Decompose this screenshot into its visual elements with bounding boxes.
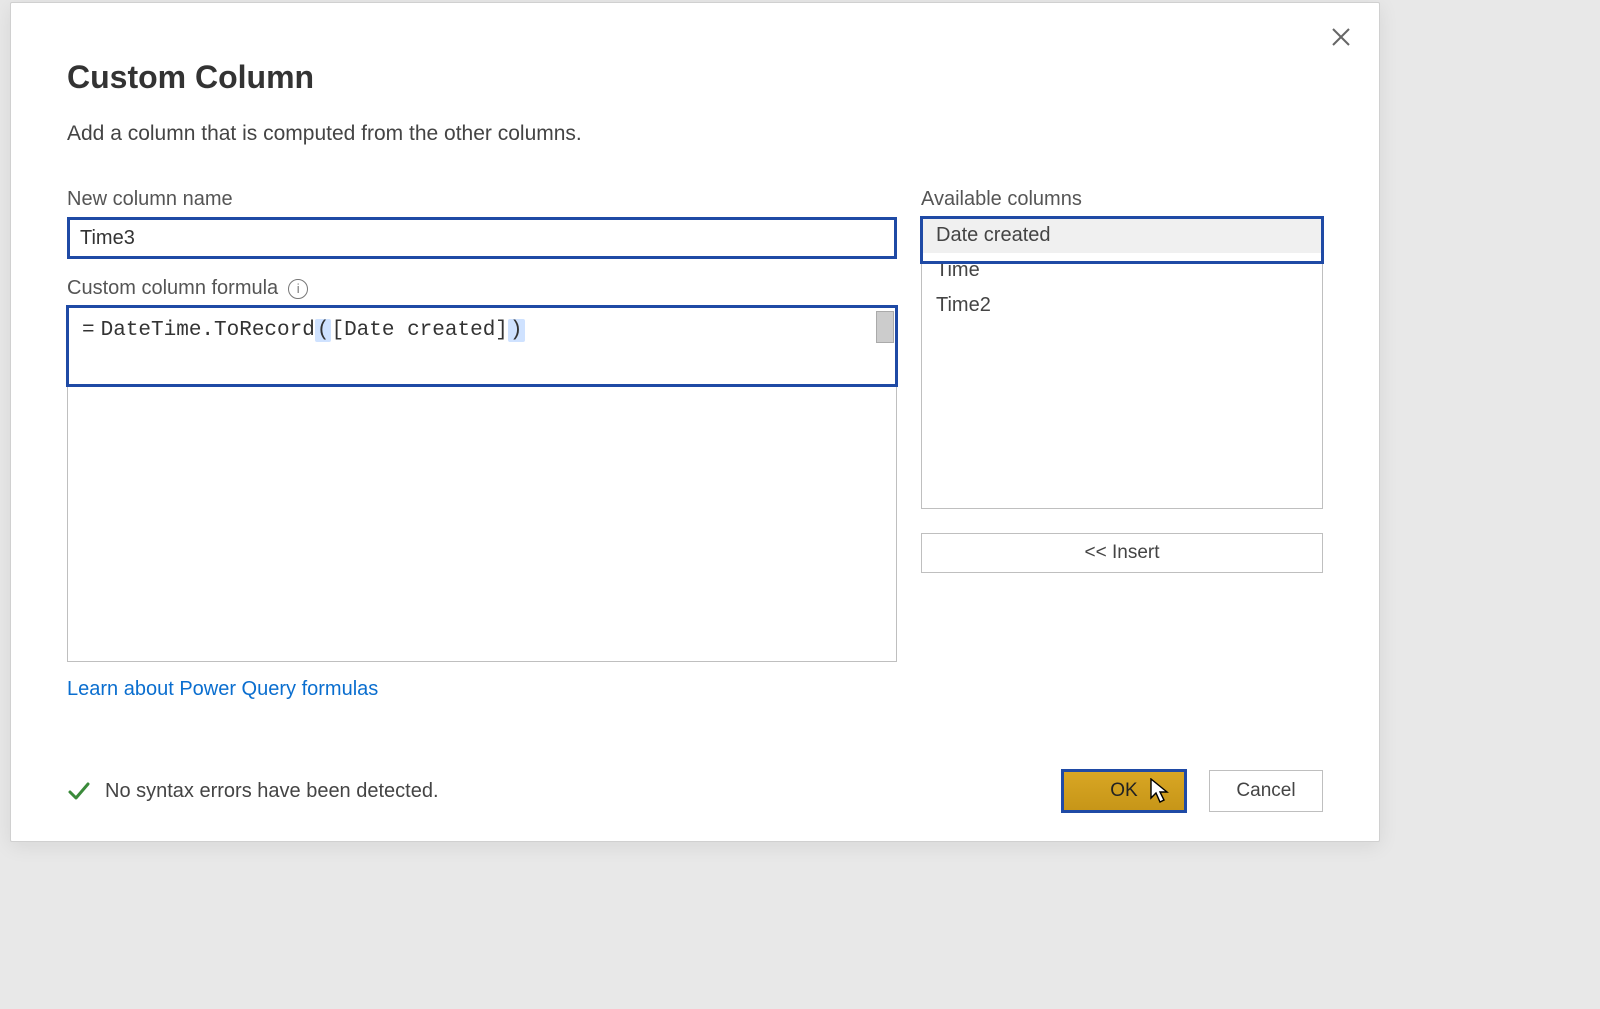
formula-prefix: =: [82, 319, 95, 342]
ok-button[interactable]: OK: [1061, 769, 1187, 813]
scrollbar-thumb[interactable]: [876, 311, 894, 343]
status-text: No syntax errors have been detected.: [105, 780, 439, 803]
dialog-subtitle: Add a column that is computed from the o…: [67, 122, 1323, 146]
paren-open: (: [315, 319, 332, 342]
available-columns-list[interactable]: Date created Time Time2: [921, 217, 1323, 509]
column-name-input[interactable]: [67, 217, 897, 259]
custom-column-dialog: Custom Column Add a column that is compu…: [10, 2, 1380, 842]
formula-editor[interactable]: = DateTime.ToRecord([Date created]): [67, 306, 897, 662]
column-name-label: New column name: [67, 188, 897, 211]
insert-button[interactable]: << Insert: [921, 533, 1323, 573]
formula-label: Custom column formula: [67, 277, 278, 300]
cancel-button-label: Cancel: [1236, 780, 1295, 802]
paren-close: ): [508, 319, 525, 342]
help-link[interactable]: Learn about Power Query formulas: [67, 678, 378, 701]
mouse-cursor-icon: [1150, 778, 1170, 804]
available-column-item[interactable]: Time2: [922, 288, 1322, 323]
info-icon[interactable]: i: [288, 279, 308, 299]
formula-argument: [Date created]: [331, 319, 507, 342]
cancel-button[interactable]: Cancel: [1209, 770, 1323, 812]
insert-button-label: << Insert: [1085, 542, 1160, 564]
dialog-title: Custom Column: [67, 59, 1323, 96]
check-icon: [67, 779, 91, 803]
available-column-item[interactable]: Time: [922, 253, 1322, 288]
close-button[interactable]: [1321, 17, 1361, 57]
status-row: No syntax errors have been detected.: [67, 779, 439, 803]
close-icon: [1330, 26, 1352, 48]
formula-text: = DateTime.ToRecord([Date created]): [68, 307, 896, 354]
available-columns-label: Available columns: [921, 188, 1323, 211]
ok-button-label: OK: [1110, 780, 1137, 802]
formula-function: DateTime.ToRecord: [101, 319, 315, 342]
available-column-item[interactable]: Date created: [922, 218, 1322, 253]
